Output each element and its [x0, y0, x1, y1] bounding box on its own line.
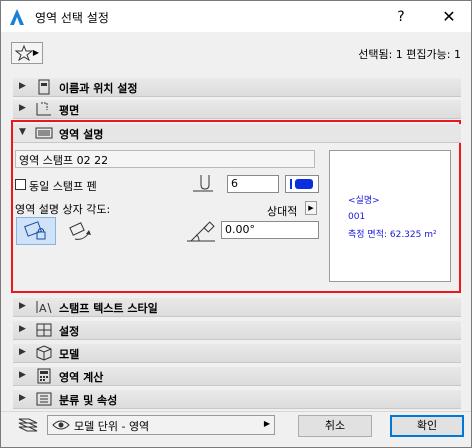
expand-triangle-icon: ▶: [19, 324, 26, 334]
pen-number-input[interactable]: 6: [227, 175, 279, 193]
preview-zone-name: <실명>: [348, 196, 380, 206]
title-bar: 영역 선택 설정 ? ✕: [1, 1, 471, 32]
section-zone-calc[interactable]: ▶ 영역 계산: [13, 367, 461, 386]
section-label: 평면: [59, 104, 80, 117]
text-style-icon: A: [36, 301, 52, 315]
preview-zone-number: 001: [348, 212, 366, 222]
model-icon: [36, 345, 52, 361]
selection-status: 선택됨: 1 편집가능: 1: [358, 48, 461, 61]
stamp-lock-icon: [24, 221, 46, 240]
section-label: 분류 및 속성: [59, 394, 118, 407]
svg-text:A: A: [39, 302, 47, 315]
section-stamp-text-style[interactable]: ▶ A 스탬프 텍스트 스타일: [13, 298, 461, 317]
fixed-angle-button[interactable]: [16, 217, 56, 245]
name-position-icon: [38, 79, 50, 95]
pen-color-line: [290, 179, 292, 189]
section-settings[interactable]: ▶ 설정: [13, 321, 461, 340]
window-title: 영역 선택 설정: [35, 11, 109, 25]
classification-icon: [36, 392, 52, 406]
pen-icon: [193, 175, 213, 192]
relative-popup-button[interactable]: ▶: [305, 201, 317, 215]
archicad-app-icon: [10, 9, 24, 25]
zone-stamp-panel: 영역 스탬프 02 22 동일 스탬프 펜 6 영역 설명 상자 각도: 상대적…: [15, 145, 459, 289]
relative-label: 상대적: [267, 205, 298, 218]
section-classification[interactable]: ▶ 분류 및 속성: [13, 390, 461, 409]
expand-triangle-icon: ▶: [19, 347, 26, 357]
eye-icon: [52, 420, 70, 430]
close-button[interactable]: ✕: [431, 3, 467, 31]
section-floor-plan[interactable]: ▶ 평면: [13, 100, 461, 119]
section-name-position[interactable]: ▶ 이름과 위치 설정: [13, 78, 461, 97]
same-pen-label: 동일 스탬프 펜: [29, 180, 97, 193]
angle-input[interactable]: 0.00°: [221, 221, 319, 239]
chevron-right-icon: ▶: [32, 48, 39, 57]
expand-triangle-icon: ▶: [19, 81, 26, 91]
footer-divider: [1, 411, 471, 412]
pen-color-swatch[interactable]: [285, 175, 319, 193]
expand-triangle-icon: ▶: [19, 370, 26, 380]
section-label: 스탬프 텍스트 스타일: [59, 302, 158, 315]
layers-icon: [18, 418, 38, 432]
pen-color-dot: [295, 179, 313, 189]
section-label: 영역 계산: [59, 371, 104, 384]
floor-plan-icon: [36, 102, 51, 116]
favorites-button[interactable]: ▶: [11, 42, 43, 64]
section-model[interactable]: ▶ 모델: [13, 344, 461, 363]
cancel-button[interactable]: 취소: [298, 415, 372, 437]
chevron-right-icon: ▶: [263, 419, 270, 428]
collapse-triangle-icon: ▼: [19, 127, 26, 137]
section-label: 영역 설명: [59, 128, 104, 141]
view-select-dropdown[interactable]: 모델 단위 - 영역 ▶: [47, 415, 275, 435]
stamp-name-field[interactable]: 영역 스탬프 02 22: [15, 150, 315, 168]
same-pen-checkbox[interactable]: [15, 179, 26, 190]
star-icon: [15, 45, 33, 61]
preview-area: 측정 면적: 62.325 m²: [348, 230, 437, 240]
calculator-icon: [37, 368, 51, 384]
section-label: 모델: [59, 348, 80, 361]
expand-triangle-icon: ▶: [19, 301, 26, 311]
angle-label: 영역 설명 상자 각도:: [15, 203, 111, 216]
zone-settings-dialog: 영역 선택 설정 ? ✕ ▶ 선택됨: 1 편집가능: 1 ▶ 이름과 위치 설…: [0, 0, 472, 448]
toolbar-row: ▶ 선택됨: 1 편집가능: 1: [1, 33, 471, 69]
settings-icon: [36, 323, 52, 337]
stamp-preview: <실명> 001 측정 면적: 62.325 m²: [329, 150, 451, 282]
zone-stamp-icon: [35, 127, 53, 139]
ok-button[interactable]: 확인: [390, 415, 464, 437]
expand-triangle-icon: ▶: [19, 103, 26, 113]
section-zone-stamp[interactable]: ▼ 영역 설명: [13, 124, 461, 143]
expand-triangle-icon: ▶: [19, 393, 26, 403]
view-select-value: 모델 단위 - 영역: [74, 420, 150, 433]
rotate-stamp-icon[interactable]: [67, 221, 93, 243]
section-label: 이름과 위치 설정: [59, 82, 138, 95]
section-label: 설정: [59, 325, 80, 338]
help-button[interactable]: ?: [383, 3, 419, 31]
angle-measure-icon: [187, 221, 215, 242]
